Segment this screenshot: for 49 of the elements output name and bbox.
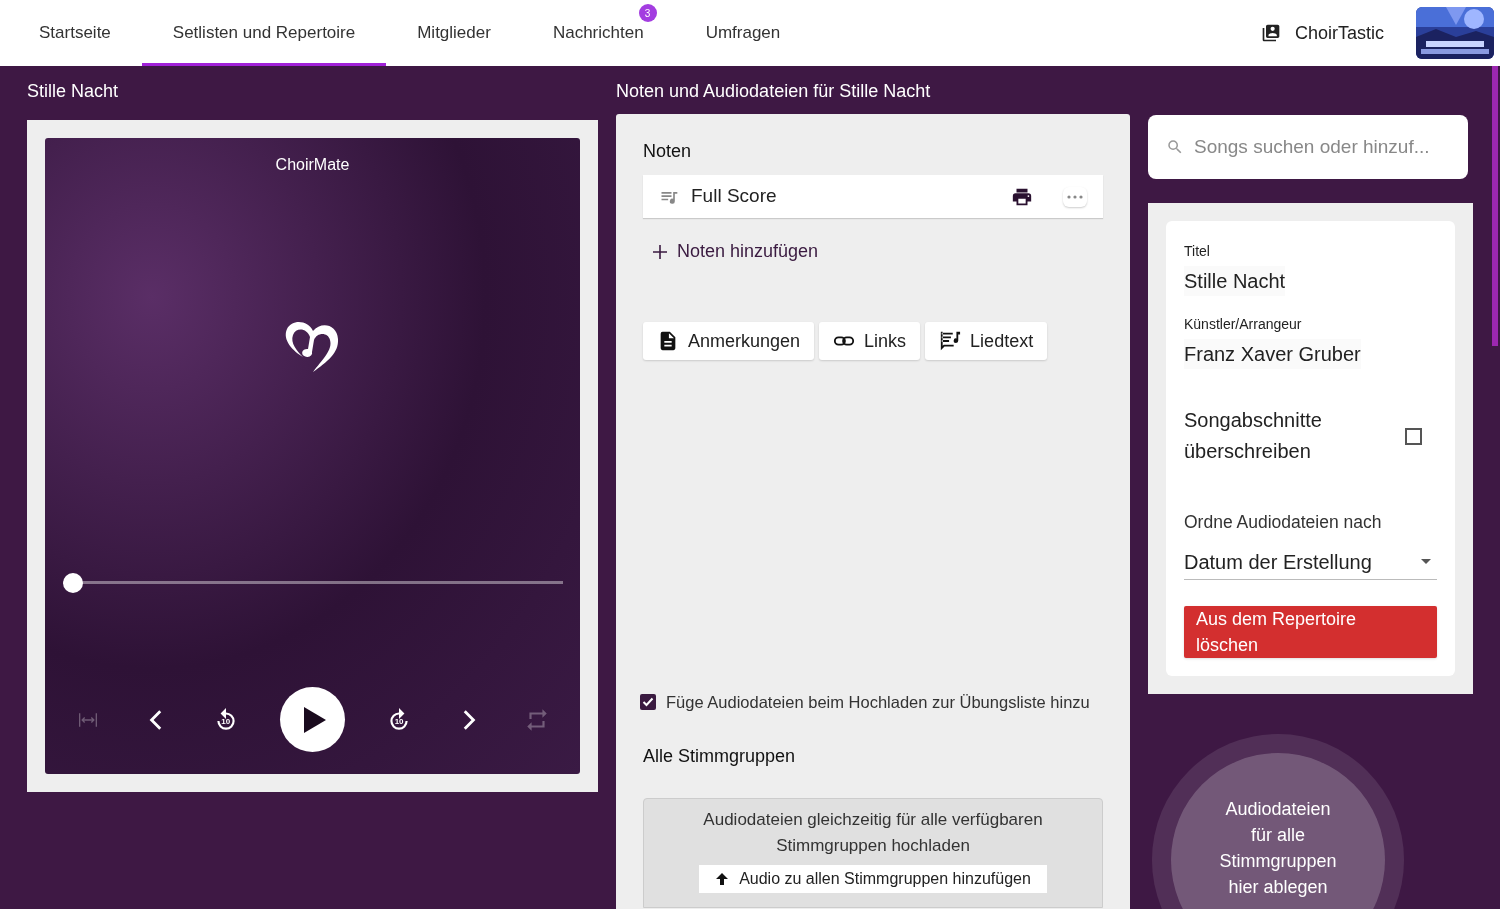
upload-button[interactable]: Audio zu allen Stimmgruppen hinzufügen (699, 864, 1047, 893)
search-field[interactable]: Songs suchen oder hinzuf... (1148, 115, 1468, 179)
score-row[interactable]: Full Score (643, 175, 1103, 218)
add-score-button[interactable]: Noten hinzufügen (653, 238, 819, 265)
drop-zone[interactable]: Audiodateien für alle Stimmgruppen hier ablegen (1152, 734, 1404, 909)
section-heading: Alle Stimmgruppen (643, 744, 797, 768)
option-label: Songabschnitte überschreiben (1184, 408, 1323, 464)
nav-tab[interactable]: Startseite (8, 0, 142, 66)
tool-button[interactable]: Liedtext (925, 322, 1048, 360)
nav-tab[interactable]: Mitglieder (386, 0, 522, 66)
section-title: Noten und Audiodateien für Stille Nacht (616, 80, 932, 103)
skip-seconds-label: 10 (394, 715, 404, 728)
field-label: Titel (1184, 242, 1211, 261)
notification-badge: 3 (638, 4, 657, 22)
upload-icon (715, 871, 730, 886)
drop-zone-text: Audiodateien für alle Stimmgruppen hier ablegen (1218, 798, 1338, 899)
field-label: Künstler/Arrangeur (1184, 315, 1303, 334)
field-label: Ordne Audiodateien nach (1184, 511, 1383, 534)
more-button[interactable] (1063, 186, 1087, 207)
player-brand: ChoirMate (275, 155, 350, 175)
nav-tab[interactable]: Nachrichten 3 (521, 0, 675, 66)
tool-button[interactable]: Links (819, 322, 921, 360)
progress-thumb[interactable] (62, 573, 83, 593)
plus-icon (653, 244, 667, 259)
nav-tab[interactable]: Umfragen (674, 0, 812, 66)
player-control-button[interactable]: 10 (210, 704, 241, 735)
skip-seconds-label: 10 (221, 715, 231, 728)
checkbox[interactable] (1405, 427, 1422, 445)
lyrics-icon (939, 330, 962, 352)
delete-button[interactable]: Aus dem Repertoire löschen (1184, 606, 1437, 659)
checkbox[interactable] (640, 694, 656, 711)
sort-dropdown[interactable]: Datum der Erstellung (1184, 545, 1437, 581)
more-icon (1067, 194, 1083, 199)
song-title: Stille Nacht (27, 80, 120, 103)
contacts-icon (1260, 23, 1281, 43)
title-field[interactable]: Stille Nacht (1184, 266, 1286, 296)
score-name: Full Score (691, 184, 778, 209)
choir-name[interactable]: ChoirTastic (1294, 19, 1384, 47)
tool-button[interactable]: Anmerkungen (643, 322, 815, 360)
player-control-button[interactable]: 10 (384, 704, 415, 735)
artist-field[interactable]: Franz Xaver Gruber (1184, 339, 1361, 369)
nav-tab[interactable]: Setlisten und Repertoire (141, 0, 387, 66)
upload-instructions: Audiodateien gleichzeitig für alle verfügbaren Stimmgruppen hochladen (702, 808, 1044, 857)
section-heading: Noten (643, 140, 693, 163)
check-icon (642, 696, 654, 709)
checkbox-label: Füge Audiodateien beim Hochladen zur Übungsliste hinzu (666, 692, 1090, 713)
dropdown-caret-icon (1421, 559, 1431, 566)
play-icon (301, 705, 328, 734)
search-icon (1166, 138, 1184, 156)
